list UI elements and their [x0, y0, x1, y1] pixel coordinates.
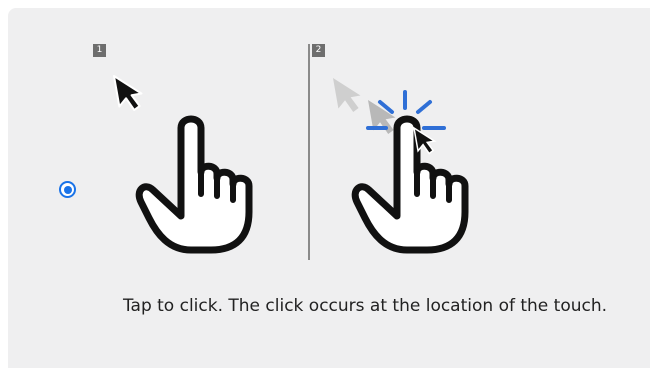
- faded-mouse-pointer-icon: [333, 73, 364, 115]
- mouse-pointer-icon: [113, 70, 146, 114]
- tap-hand-icon: [139, 119, 249, 250]
- tap-hand-icon-step-2: [355, 119, 465, 250]
- tap-to-click-caption: Tap to click. The click occurs at the lo…: [122, 296, 608, 316]
